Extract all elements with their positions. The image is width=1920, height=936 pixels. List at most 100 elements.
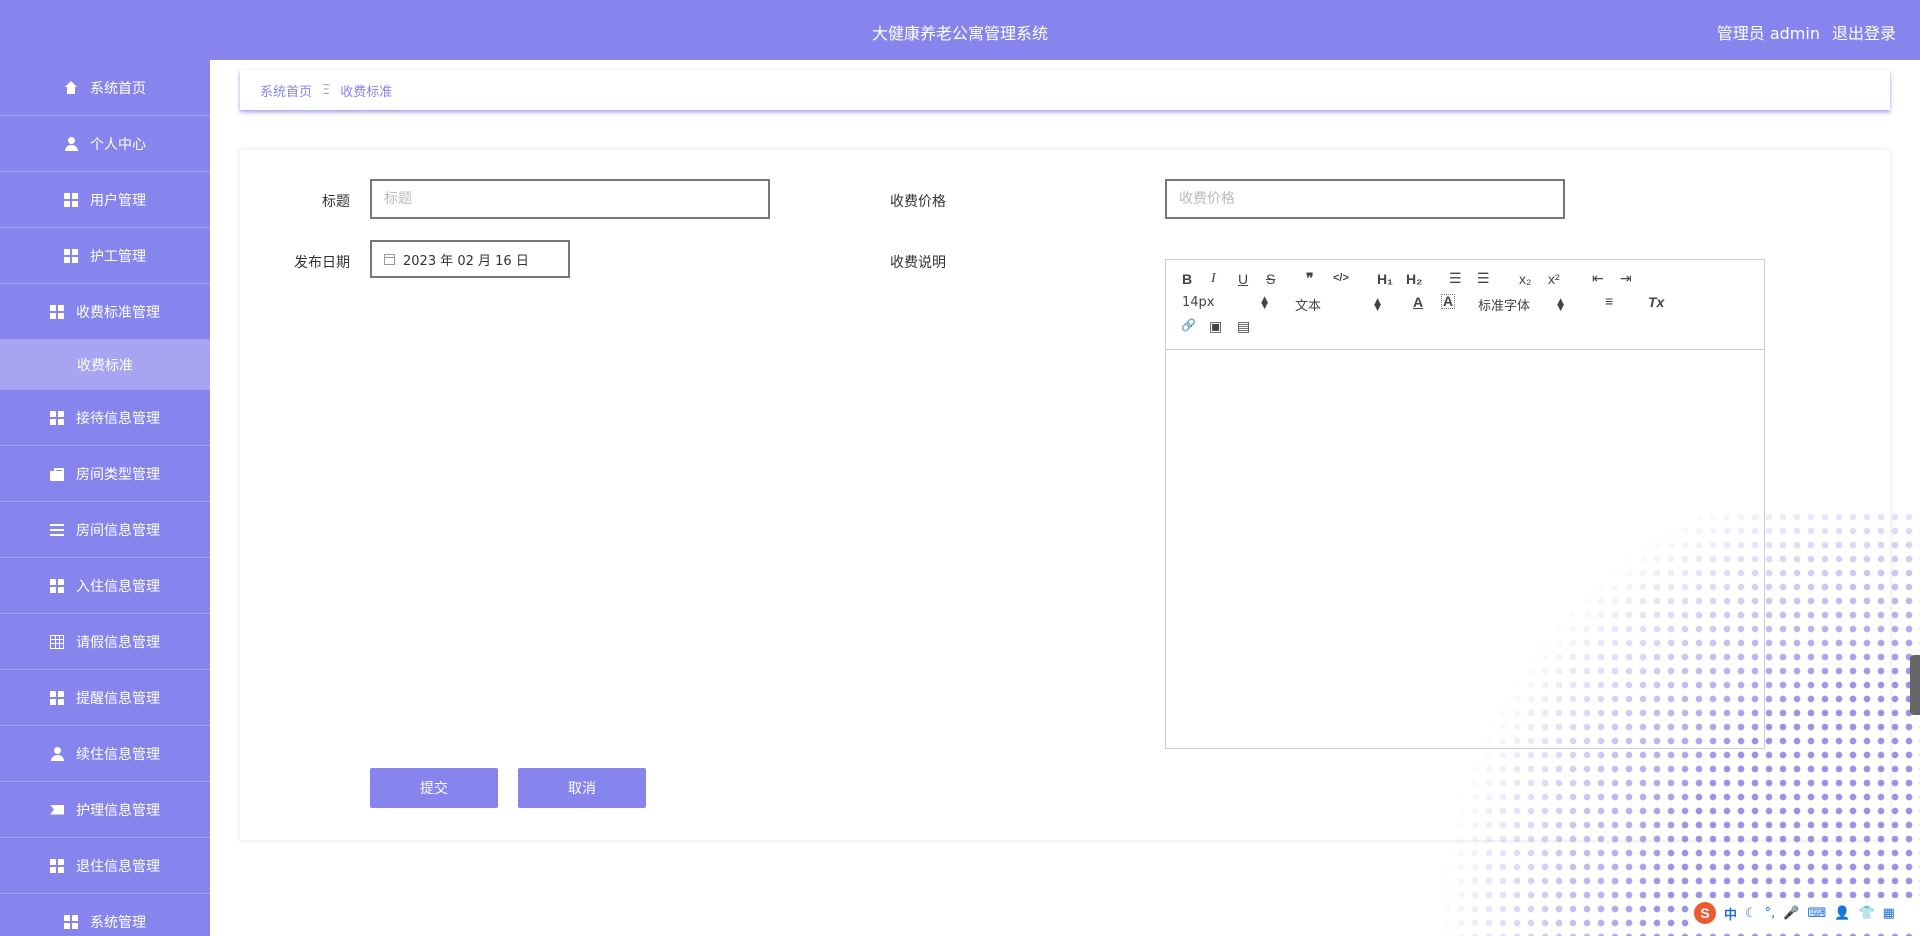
font-family-select[interactable]: 标准字体 ▲ ▼	[1478, 295, 1564, 314]
sidebar-item-system[interactable]: 系统管理	[0, 894, 210, 936]
select-arrows-icon: ▲ ▼	[1261, 294, 1268, 311]
sidebar-item-label: 系统管理	[90, 914, 146, 931]
punctuation-icon[interactable]: °,	[1765, 906, 1776, 921]
grid-icon	[64, 248, 78, 263]
date-picker[interactable]: 2023 年 02 月 16 日	[370, 240, 570, 278]
link-icon[interactable]: 🔗	[1181, 318, 1196, 332]
date-label: 发布日期	[294, 255, 350, 271]
grid-icon	[50, 304, 64, 319]
header-select[interactable]: 文本 ▲ ▼	[1295, 295, 1381, 314]
person-icon[interactable]: 👤	[1834, 906, 1850, 921]
desc-label: 收费说明	[890, 255, 946, 271]
dot-pattern-decoration	[1440, 510, 1920, 936]
editor-toolbar: B I U S ❞ </> H₁ H₂ ☰ ☰ x₂ x² ⇤ ⇥ 14px ▲…	[1166, 260, 1764, 350]
font-size-value: 14px	[1182, 295, 1215, 310]
sidebar-item-reception[interactable]: 接待信息管理	[0, 390, 210, 446]
user-icon	[64, 136, 78, 151]
strike-button[interactable]: S	[1266, 271, 1275, 287]
sidebar-item-label: 请假信息管理	[76, 634, 160, 651]
sidebar-item-leave[interactable]: 请假信息管理	[0, 614, 210, 670]
sidebar-item-label: 收费标准	[77, 357, 133, 374]
sidebar-item-label: 系统首页	[90, 80, 146, 97]
breadcrumb-home[interactable]: 系统首页	[260, 81, 312, 100]
sidebar-item-label: 入住信息管理	[76, 578, 160, 595]
sidebar-item-label: 续住信息管理	[76, 746, 160, 763]
user-area: 管理员 admin 退出登录	[1717, 20, 1896, 44]
ordered-list-icon[interactable]: ☰	[1449, 270, 1462, 287]
sidebar-item-home[interactable]: 系统首页	[0, 60, 210, 116]
select-arrows-icon: ▲ ▼	[1557, 296, 1564, 313]
submit-button[interactable]: 提交	[370, 768, 498, 808]
h1-button[interactable]: H₁	[1377, 271, 1393, 287]
table-icon	[50, 634, 64, 649]
app-title: 大健康养老公寓管理系统	[871, 24, 1048, 43]
apps-grid-icon[interactable]: ▦	[1883, 906, 1895, 921]
superscript-button[interactable]: x²	[1548, 271, 1560, 287]
cancel-button[interactable]: 取消	[518, 768, 646, 808]
sidebar-item-label: 护工管理	[90, 248, 146, 265]
logout-link[interactable]: 退出登录	[1832, 20, 1896, 44]
sidebar-item-room-types[interactable]: 房间类型管理	[0, 446, 210, 502]
breadcrumb-current: 收费标准	[340, 84, 393, 100]
ticket-icon	[50, 803, 64, 817]
briefcase-icon	[50, 467, 64, 481]
price-field[interactable]	[1165, 179, 1565, 219]
sidebar-item-checkin[interactable]: 入住信息管理	[0, 558, 210, 614]
text-color-icon[interactable]: A	[1413, 294, 1423, 310]
underline-button[interactable]: U	[1238, 271, 1248, 287]
grid-icon	[64, 192, 78, 207]
sidebar-item-label: 收费标准管理	[76, 304, 160, 321]
moon-icon[interactable]: ☾	[1745, 906, 1757, 921]
align-icon[interactable]: ≡	[1605, 293, 1613, 309]
sidebar-item-label: 用户管理	[90, 192, 146, 209]
title-input[interactable]	[384, 191, 756, 207]
bullet-list-icon[interactable]: ☰	[1477, 270, 1490, 287]
price-input[interactable]	[1179, 191, 1551, 207]
sidebar-item-label: 提醒信息管理	[76, 690, 160, 707]
image-icon[interactable]: ▣	[1209, 318, 1222, 335]
indent-icon[interactable]: ⇥	[1620, 270, 1632, 287]
grid-icon	[50, 690, 64, 705]
video-icon[interactable]: ▤	[1237, 318, 1250, 335]
grid-icon	[50, 858, 64, 873]
subscript-button[interactable]: x₂	[1519, 271, 1531, 287]
background-color-icon[interactable]: A	[1441, 294, 1456, 309]
code-block-button[interactable]: </>	[1333, 272, 1349, 284]
top-bar: 大健康养老公寓管理系统 管理员 admin 退出登录	[0, 0, 1920, 60]
grid-icon	[64, 914, 78, 929]
bold-button[interactable]: B	[1182, 271, 1192, 287]
date-value: 2023 年 02 月 16 日	[403, 253, 529, 269]
sidebar-item-users[interactable]: 用户管理	[0, 172, 210, 228]
blockquote-button[interactable]: ❞	[1306, 270, 1314, 287]
sidebar-item-profile[interactable]: 个人中心	[0, 116, 210, 172]
sidebar-item-label: 房间类型管理	[76, 466, 160, 483]
shirt-icon[interactable]: 👕	[1858, 906, 1874, 921]
sidebar-item-caregivers[interactable]: 护工管理	[0, 228, 210, 284]
font-size-select[interactable]: 14px ▲ ▼	[1182, 295, 1268, 310]
grid-icon	[50, 410, 64, 425]
sidebar-item-rooms[interactable]: 房间信息管理	[0, 502, 210, 558]
sidebar-item-label: 房间信息管理	[76, 522, 160, 539]
sidebar-item-fee-standard-mgmt[interactable]: 收费标准管理	[0, 284, 210, 340]
side-handle[interactable]	[1910, 655, 1920, 715]
italic-button[interactable]: I	[1211, 271, 1216, 287]
sidebar-item-label: 接待信息管理	[76, 410, 160, 427]
keyboard-icon[interactable]: ⌨	[1808, 906, 1827, 921]
ime-language-indicator[interactable]: 中	[1724, 904, 1737, 923]
system-tray: S 中 ☾ °, 🎤 ⌨ 👤 👕 ▦	[1690, 898, 1920, 928]
sidebar-item-reminders[interactable]: 提醒信息管理	[0, 670, 210, 726]
user-icon	[50, 746, 64, 761]
sidebar-item-extension[interactable]: 续住信息管理	[0, 726, 210, 782]
sidebar: 系统首页 个人中心 用户管理 护工管理 收费标准管理 收费标准 接待信息管理 房…	[0, 60, 210, 936]
calendar-icon	[384, 253, 395, 265]
clear-format-icon[interactable]: Tx	[1648, 294, 1664, 310]
ime-logo-icon[interactable]: S	[1694, 902, 1716, 924]
microphone-icon[interactable]: 🎤	[1783, 906, 1799, 921]
sidebar-item-nursing[interactable]: 护理信息管理	[0, 782, 210, 838]
sidebar-subitem-fee-standard[interactable]: 收费标准	[0, 340, 210, 390]
outdent-icon[interactable]: ⇤	[1592, 270, 1604, 287]
h2-button[interactable]: H₂	[1406, 271, 1422, 287]
title-field[interactable]	[370, 179, 770, 219]
sidebar-item-checkout[interactable]: 退住信息管理	[0, 838, 210, 894]
breadcrumb: 系统首页 Ξ 收费标准	[240, 70, 1890, 110]
